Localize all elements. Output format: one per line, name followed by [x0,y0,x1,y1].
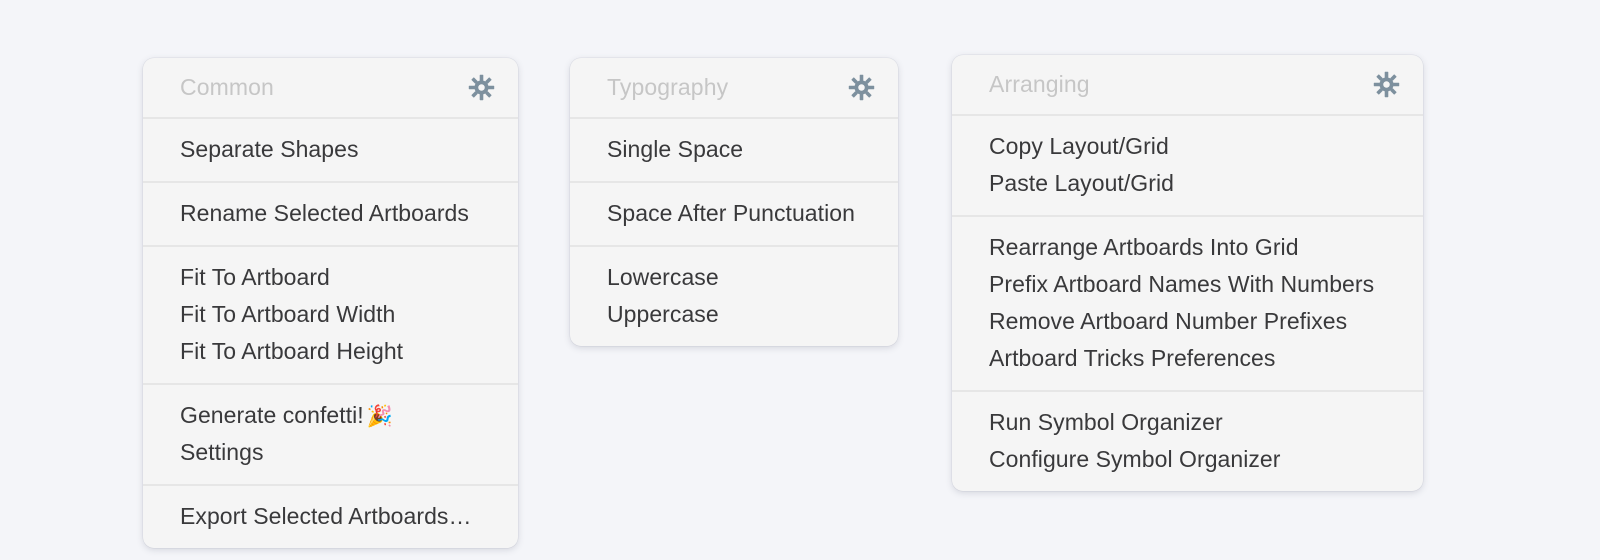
menu-item[interactable]: Space After Punctuation [570,195,898,232]
menu-item[interactable]: Remove Artboard Number Prefixes [952,303,1423,340]
menu-item[interactable]: Configure Symbol Organizer [952,441,1423,478]
menu-item[interactable]: Fit To Artboard Width [143,296,518,333]
menu-item[interactable]: Prefix Artboard Names With Numbers [952,266,1423,303]
menu-group: Separate Shapes [143,119,518,181]
menu-group: Single Space [570,119,898,181]
menu-group: Export Selected Artboards… [143,484,518,548]
panel-title: Typography [607,74,729,100]
menu-group: Fit To Artboard Fit To Artboard Width Fi… [143,245,518,383]
plugin-panels-stage: Common Separate Shapes Rename Selected A… [0,0,1600,560]
menu-item[interactable]: Single Space [570,131,898,168]
menu-item[interactable]: Copy Layout/Grid [952,128,1423,165]
panel-header-arranging: Arranging [952,55,1423,116]
menu-group: Space After Punctuation [570,181,898,245]
menu-item-label: Generate confetti! [180,402,364,428]
menu-item[interactable]: Run Symbol Organizer [952,404,1423,441]
menu-item[interactable]: Uppercase [570,296,898,333]
menu-item[interactable]: Export Selected Artboards… [143,498,518,535]
menu-item[interactable]: Settings [143,434,518,471]
menu-item[interactable]: Separate Shapes [143,131,518,168]
menu-item[interactable]: Fit To Artboard Height [143,333,518,370]
menu-item[interactable]: Lowercase [570,259,898,296]
menu-group: Copy Layout/Grid Paste Layout/Grid [952,116,1423,215]
menu-item[interactable]: Artboard Tricks Preferences [952,340,1423,377]
menu-item[interactable]: Paste Layout/Grid [952,165,1423,202]
party-popper-icon: 🎉 [366,405,393,428]
menu-group: Generate confetti! 🎉 Settings [143,383,518,484]
panel-title: Common [180,74,274,100]
menu-group: Rename Selected Artboards [143,181,518,245]
gear-icon[interactable] [848,74,875,101]
menu-item[interactable]: Generate confetti! 🎉 [143,397,518,434]
menu-group: Lowercase Uppercase [570,245,898,346]
panel-header-typography: Typography [570,58,898,119]
menu-item[interactable]: Fit To Artboard [143,259,518,296]
menu-group: Run Symbol Organizer Configure Symbol Or… [952,390,1423,491]
panel-arranging: Arranging Copy Layout/Grid Paste Layout/… [952,55,1423,491]
gear-icon[interactable] [1373,71,1400,98]
gear-icon[interactable] [468,74,495,101]
panel-common: Common Separate Shapes Rename Selected A… [143,58,518,548]
panel-typography: Typography Single Space Space After Punc… [570,58,898,346]
panel-header-common: Common [143,58,518,119]
panel-title: Arranging [989,71,1090,97]
menu-group: Rearrange Artboards Into Grid Prefix Art… [952,215,1423,390]
menu-item[interactable]: Rearrange Artboards Into Grid [952,229,1423,266]
menu-item[interactable]: Rename Selected Artboards [143,195,518,232]
